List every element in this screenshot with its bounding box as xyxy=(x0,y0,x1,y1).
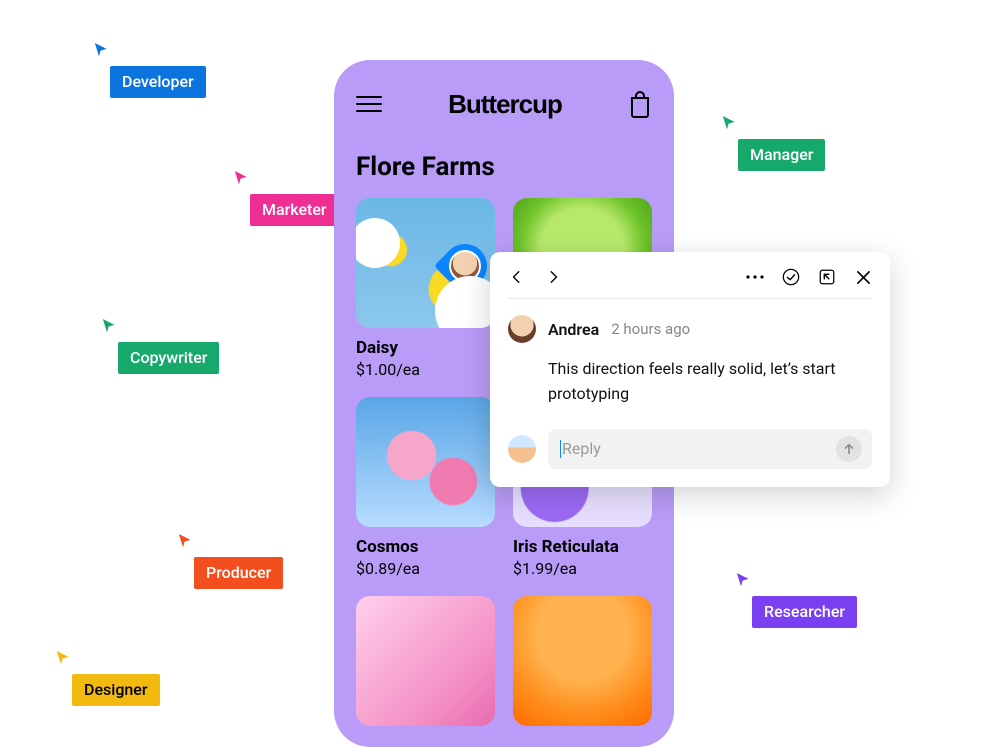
comment-author: Andrea xyxy=(548,320,599,339)
cursor-developer: Developer xyxy=(92,40,206,98)
cursor-producer: Producer xyxy=(176,531,283,589)
cursor-label: Developer xyxy=(110,66,206,98)
cursor-copywriter: Copywriter xyxy=(100,316,219,374)
comment-panel-header xyxy=(508,268,872,299)
product-image xyxy=(356,198,495,328)
close-icon[interactable] xyxy=(854,268,872,286)
cursor-icon xyxy=(176,531,196,551)
product-card[interactable] xyxy=(513,596,652,726)
cursor-icon xyxy=(720,113,740,133)
cursor-label: Manager xyxy=(738,139,825,171)
comment-body: Andrea 2 hours ago This direction feels … xyxy=(508,299,872,469)
product-card[interactable] xyxy=(356,596,495,726)
phone-header: Buttercup xyxy=(356,86,652,122)
more-icon[interactable] xyxy=(746,268,764,286)
cursor-label: Copywriter xyxy=(118,342,219,374)
send-icon[interactable] xyxy=(836,436,862,462)
store-title: Flore Farms xyxy=(356,152,652,182)
cursor-icon xyxy=(734,570,754,590)
product-image xyxy=(356,596,495,726)
product-price: $0.89/ea xyxy=(356,559,495,578)
chevron-left-icon[interactable] xyxy=(508,268,526,286)
resolve-check-icon[interactable] xyxy=(782,268,800,286)
cursor-label: Producer xyxy=(194,557,283,589)
avatar xyxy=(449,250,481,282)
cursor-icon xyxy=(232,168,252,188)
cursor-label: Researcher xyxy=(752,596,857,628)
dock-icon[interactable] xyxy=(818,268,836,286)
comment-text: This direction feels really solid, let’s… xyxy=(548,357,872,407)
shopping-bag-icon[interactable] xyxy=(628,90,652,118)
cursor-designer: Designer xyxy=(54,648,160,706)
cursor-manager: Manager xyxy=(720,113,825,171)
comment-meta: Andrea 2 hours ago xyxy=(508,315,872,343)
product-card[interactable]: Cosmos $0.89/ea xyxy=(356,397,495,578)
cursor-icon xyxy=(100,316,120,336)
reply-row: Reply xyxy=(508,429,872,469)
cursor-label: Designer xyxy=(72,674,160,706)
product-name: Daisy xyxy=(356,338,495,358)
product-price: $1.99/ea xyxy=(513,559,652,578)
comment-panel: Andrea 2 hours ago This direction feels … xyxy=(490,252,890,487)
cursor-icon xyxy=(92,40,112,60)
product-name: Cosmos xyxy=(356,537,495,557)
hamburger-icon[interactable] xyxy=(356,96,382,112)
collaborator-pin[interactable] xyxy=(434,235,495,297)
comment-timestamp: 2 hours ago xyxy=(611,320,690,338)
chevron-right-icon[interactable] xyxy=(544,268,562,286)
product-image xyxy=(513,596,652,726)
product-image xyxy=(356,397,495,527)
cursor-icon xyxy=(54,648,74,668)
product-price: $1.00/ea xyxy=(356,360,495,379)
reply-input[interactable]: Reply xyxy=(548,429,872,469)
avatar xyxy=(508,435,536,463)
cursor-marketer: Marketer xyxy=(232,168,339,226)
cursor-label: Marketer xyxy=(250,194,339,226)
reply-placeholder: Reply xyxy=(562,439,601,458)
cursor-researcher: Researcher xyxy=(734,570,857,628)
product-card[interactable]: Daisy $1.00/ea xyxy=(356,198,495,379)
brand-logo: Buttercup xyxy=(448,89,562,120)
avatar xyxy=(508,315,536,343)
product-name: Iris Reticulata xyxy=(513,537,652,557)
